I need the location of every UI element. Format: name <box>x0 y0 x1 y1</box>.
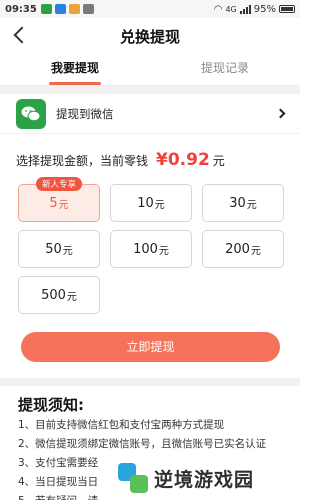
watermark-text: 逆境游戏园 <box>154 468 255 491</box>
amount-value: 10 <box>137 195 154 211</box>
amount-option-50[interactable]: 50 元 <box>18 230 100 268</box>
nav-bar: 兑换提现 <box>0 18 300 52</box>
app-notification-icon <box>68 4 80 14</box>
tab-bar: 我要提现 提现记录 <box>0 52 300 86</box>
amount-unit: 元 <box>154 199 165 211</box>
chevron-right-icon <box>275 108 286 119</box>
balance-prefix: 选择提现金额，当前零钱 <box>16 154 149 168</box>
withdraw-now-button[interactable]: 立即提现 <box>21 332 280 362</box>
amount-unit: 元 <box>58 199 69 211</box>
amount-option-500[interactable]: 500 元 <box>18 276 100 314</box>
amount-option-5[interactable]: 新人专享 5元 <box>18 177 100 222</box>
section-divider <box>0 378 300 386</box>
tab-withdraw-records[interactable]: 提现记录 <box>150 52 300 85</box>
amount-option-100[interactable]: 100 元 <box>110 230 192 268</box>
status-right: ◠ 4G 95% <box>214 4 295 15</box>
app-notification-icon <box>40 4 52 14</box>
withdraw-to-wechat-row[interactable]: 提现到微信 <box>0 94 300 134</box>
amount-unit: 元 <box>246 199 257 211</box>
notice-title: 提现须知: <box>18 396 84 414</box>
amount-option-200[interactable]: 200 元 <box>202 230 284 268</box>
balance-amount: ¥0.92 <box>156 150 210 170</box>
network-type: 4G <box>225 4 237 14</box>
amount-unit: 元 <box>158 245 169 257</box>
amount-value: 100 <box>133 241 158 257</box>
amount-option-10[interactable]: 10 元 <box>110 184 192 222</box>
wechat-icon <box>16 98 46 129</box>
page-title: 兑换提现 <box>119 28 180 46</box>
amount-value: 500 <box>41 287 66 303</box>
notice-item: 1、目前支持微信红包和支付宝两种方式提现 <box>18 419 225 431</box>
section-divider <box>0 86 300 94</box>
app-notification-icon <box>54 4 66 14</box>
amount-unit: 元 <box>66 291 77 303</box>
notice-item: 2、微信提现须绑定微信账号，且微信账号已实名认证 <box>18 438 267 450</box>
status-bar: 09:35 ◠ 4G 95% <box>0 0 300 18</box>
battery-icon <box>279 5 295 13</box>
app-notification-icon <box>82 4 94 14</box>
amount-value: 50 <box>45 241 62 257</box>
battery-percent: 95% <box>253 3 276 15</box>
tab-withdraw[interactable]: 我要提现 <box>0 52 150 85</box>
new-user-badge: 新人专享 <box>35 177 83 191</box>
signal-icon <box>239 4 251 14</box>
amount-value: 30 <box>229 195 246 211</box>
amount-option-30[interactable]: 30 元 <box>202 184 284 222</box>
balance-line: 选择提现金额，当前零钱 ¥0.92 元 <box>16 150 225 170</box>
withdraw-to-wechat-label: 提现到微信 <box>56 106 114 121</box>
watermark-icon <box>118 463 148 493</box>
amount-unit: 元 <box>62 245 73 257</box>
watermark-logo: 逆境游戏园 <box>118 460 288 496</box>
amount-value: 5 <box>49 195 58 211</box>
balance-unit: 元 <box>212 154 225 168</box>
wifi-icon: ◠ <box>213 3 223 15</box>
amount-unit: 元 <box>250 245 261 257</box>
amount-value: 200 <box>225 241 250 257</box>
status-time: 09:35 <box>5 3 37 15</box>
